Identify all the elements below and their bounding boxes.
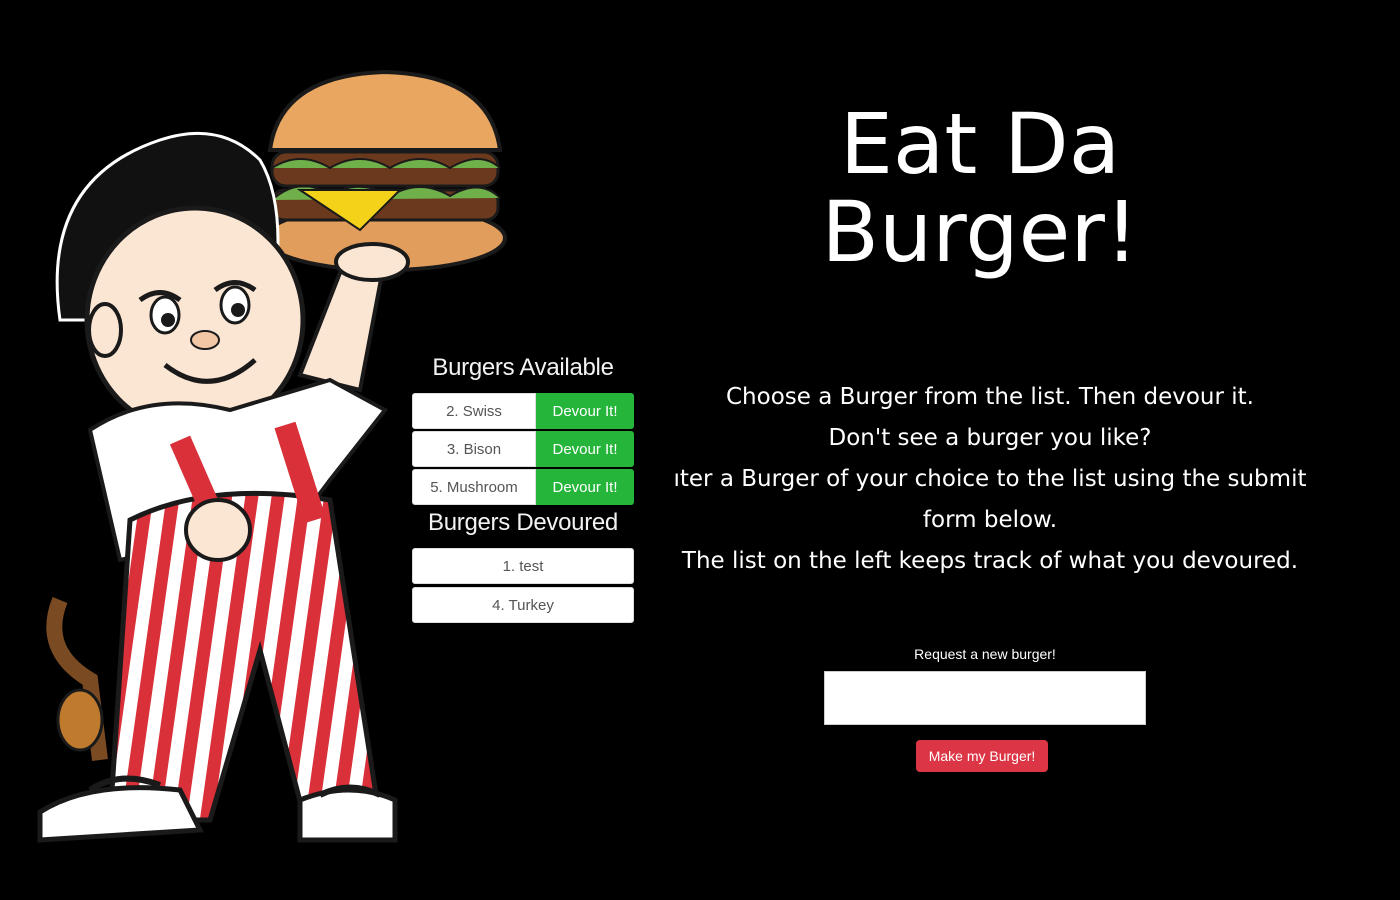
list-item: 2. Swiss Devour It! (412, 393, 634, 429)
intro-line-4: form below. (922, 507, 1058, 533)
page-title: Eat Da Burger! (780, 100, 1180, 276)
burger-name-input[interactable] (824, 671, 1146, 725)
list-item: 5. Mushroom Devour It! (412, 469, 634, 505)
devour-button[interactable]: Devour It! (536, 393, 634, 429)
devour-button[interactable]: Devour It! (536, 469, 634, 505)
burger-name: 5. Mushroom (412, 469, 536, 505)
request-burger-label: Request a new burger! (914, 646, 1056, 662)
devour-button[interactable]: Devour It! (536, 431, 634, 467)
make-burger-button[interactable]: Make my Burger! (916, 740, 1048, 772)
devoured-list-item: 4. Turkey (412, 587, 634, 623)
devoured-list-item: 1. test (412, 548, 634, 584)
intro-line-1: Choose a Burger from the list. Then devo… (725, 384, 1254, 410)
list-item: 3. Bison Devour It! (412, 431, 634, 467)
intro-line-5: The list on the left keeps track of what… (681, 548, 1299, 574)
page-title-line1: Eat Da (839, 95, 1121, 193)
page-title-line2: Burger! (821, 183, 1139, 281)
burger-name: 3. Bison (412, 431, 536, 467)
burgers-available-heading: Burgers Available (432, 354, 614, 381)
intro-line-3: ıter a Burger of your choice to the list… (673, 466, 1307, 492)
intro-line-2: Don't see a burger you like? (828, 425, 1152, 451)
burger-name: 2. Swiss (412, 393, 536, 429)
burgers-devoured-heading: Burgers Devoured (428, 509, 618, 536)
burger-icon (263, 69, 507, 272)
